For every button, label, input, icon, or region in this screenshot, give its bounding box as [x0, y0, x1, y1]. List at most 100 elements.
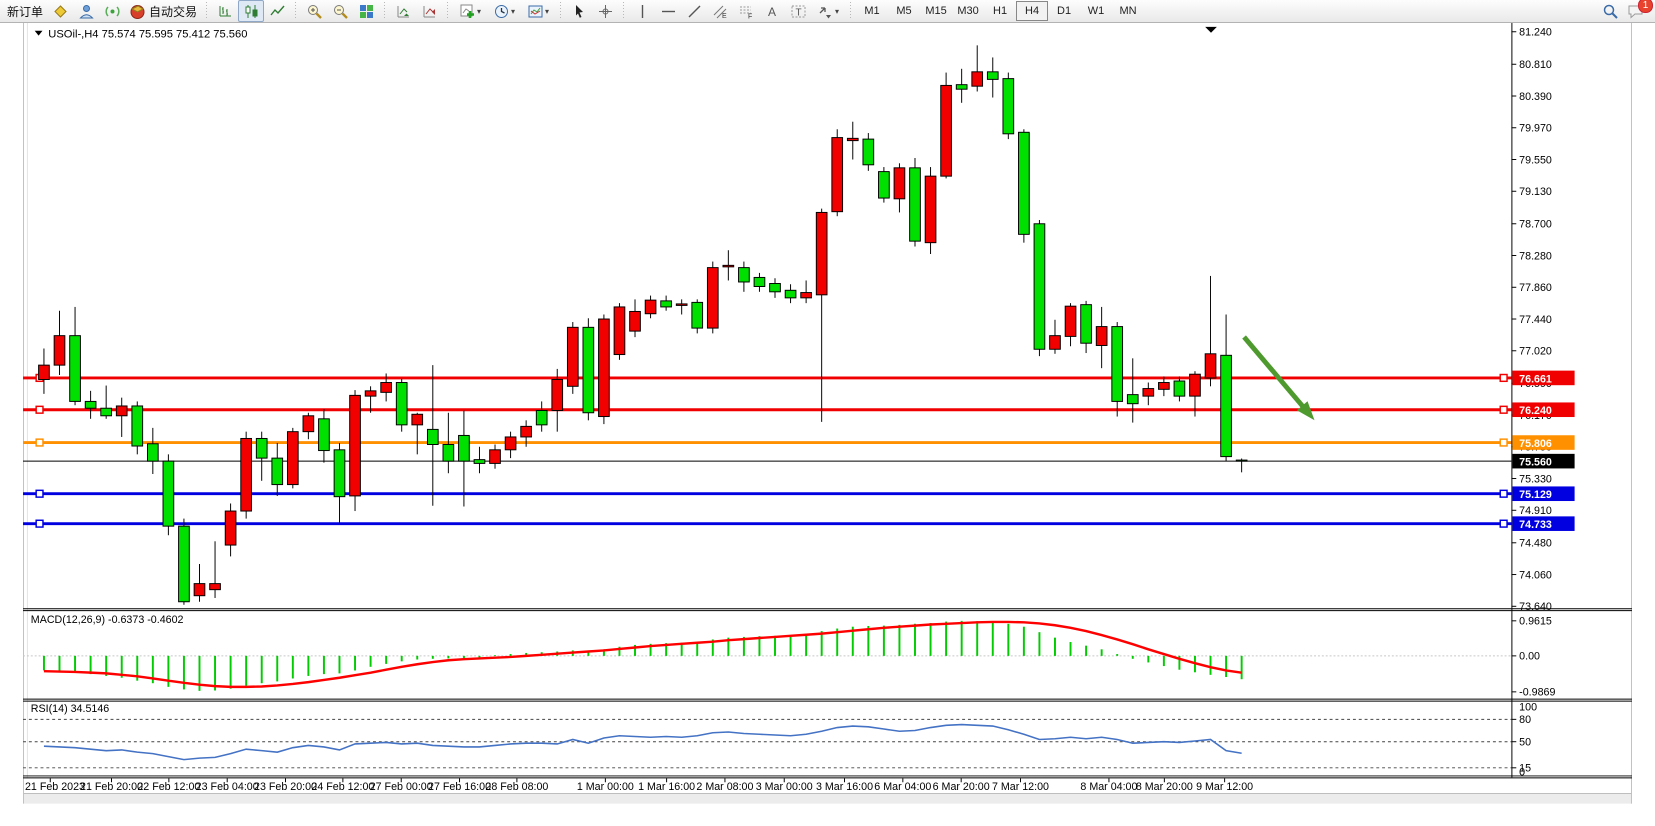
notification-badge: 1	[1638, 0, 1653, 13]
candle-body	[1065, 306, 1076, 336]
tf-m30[interactable]: M30	[952, 1, 984, 21]
y-axis-label: 77.020	[1519, 346, 1552, 358]
equidistant-channel-icon[interactable]: E	[707, 0, 733, 22]
cursor-icon[interactable]	[566, 0, 592, 22]
svg-text:F: F	[748, 13, 752, 20]
tf-m1[interactable]: M1	[856, 1, 888, 21]
search-icon[interactable]	[1597, 0, 1623, 22]
fibonacci-icon[interactable]: F	[733, 0, 759, 22]
crosshair-icon[interactable]	[592, 0, 618, 22]
price-line-handle[interactable]	[1500, 490, 1507, 497]
candle-body	[1205, 354, 1216, 378]
candlestick-icon[interactable]	[238, 0, 264, 22]
macd-axis-label: 0.9615	[1519, 616, 1552, 628]
new-chart-button[interactable]: ▾	[453, 0, 487, 22]
candle-body	[1221, 355, 1232, 456]
vertical-line-icon[interactable]	[629, 0, 655, 22]
tf-m5[interactable]: M5	[888, 1, 920, 21]
candle-body	[334, 450, 345, 497]
price-label-text: 75.129	[1519, 489, 1552, 501]
x-axis-label: 23 Feb 04:00	[196, 781, 259, 793]
candle-body	[1174, 381, 1185, 396]
candle-body	[1003, 79, 1014, 134]
candle-body	[676, 304, 687, 306]
price-line-handle[interactable]	[36, 439, 43, 446]
chart-title: USOil-,H4 75.574 75.595 75.412 75.560	[48, 29, 247, 41]
price-line-handle[interactable]	[1500, 439, 1507, 446]
candle-body	[816, 212, 827, 294]
rsi-axis-label: 50	[1519, 737, 1531, 749]
price-line-handle[interactable]	[36, 406, 43, 413]
candle-body	[474, 460, 485, 464]
candle-body	[692, 302, 703, 328]
chart-shift-icon[interactable]	[416, 0, 442, 22]
candle-body	[630, 311, 641, 331]
candle-body	[179, 526, 190, 602]
bar-chart-icon[interactable]	[212, 0, 238, 22]
candle-body	[287, 432, 298, 485]
tile-windows-icon[interactable]	[353, 0, 379, 22]
candle-body	[1143, 389, 1154, 397]
trendline-icon[interactable]	[681, 0, 707, 22]
line-chart-icon[interactable]	[264, 0, 290, 22]
candle-body	[101, 408, 112, 416]
price-label-text: 76.240	[1519, 405, 1552, 417]
candle-body	[987, 72, 998, 80]
horizontal-line-icon[interactable]	[655, 0, 681, 22]
y-axis-label: 77.440	[1519, 314, 1552, 326]
x-axis-label: 7 Mar 12:00	[992, 781, 1049, 793]
x-axis-label: 8 Mar 20:00	[1136, 781, 1193, 793]
price-line-handle[interactable]	[1500, 520, 1507, 527]
toolbar-separator	[293, 2, 298, 20]
arrows-tool-button[interactable]: ▾	[811, 0, 845, 22]
price-line-handle[interactable]	[36, 520, 43, 527]
order-icon[interactable]	[47, 0, 73, 22]
candle-body	[427, 429, 438, 444]
svg-text:A: A	[768, 5, 776, 19]
price-line-handle[interactable]	[1500, 375, 1507, 382]
text-label-icon[interactable]: T	[785, 0, 811, 22]
tf-w1[interactable]: W1	[1080, 1, 1112, 21]
candle-body	[614, 307, 625, 355]
templates-button[interactable]: ▾	[521, 0, 555, 22]
candle-body	[739, 268, 750, 282]
candle-body	[1190, 374, 1201, 396]
tf-mn[interactable]: MN	[1112, 1, 1144, 21]
periods-button[interactable]: ▾	[487, 0, 521, 22]
x-axis-label: 9 Mar 12:00	[1196, 781, 1253, 793]
chart-window: 81.24080.81080.39079.97079.55079.13078.7…	[0, 23, 1655, 826]
x-axis-label: 8 Mar 04:00	[1080, 781, 1137, 793]
text-icon[interactable]: A	[759, 0, 785, 22]
candle-body	[754, 277, 765, 286]
chat-icon[interactable]: 1	[1623, 0, 1649, 22]
zoom-out-icon[interactable]	[327, 0, 353, 22]
x-axis-label: 1 Mar 16:00	[638, 781, 695, 793]
candle-body	[1034, 224, 1045, 349]
price-line-handle[interactable]	[36, 490, 43, 497]
y-axis-label: 75.330	[1519, 473, 1552, 485]
x-axis-label: 1 Mar 00:00	[577, 781, 634, 793]
candle-body	[350, 395, 361, 496]
chevron-down-icon: ▾	[545, 7, 549, 16]
rsi-axis-label-max: 100	[1519, 701, 1537, 713]
candle-body	[70, 336, 81, 402]
tf-d1[interactable]: D1	[1048, 1, 1080, 21]
zoom-in-icon[interactable]	[301, 0, 327, 22]
y-axis-label: 80.810	[1519, 59, 1552, 71]
macd-axis-label: -0.9869	[1519, 687, 1555, 699]
candle-body	[910, 168, 921, 241]
price-label-text: 75.806	[1519, 438, 1552, 450]
tf-m15[interactable]: M15	[920, 1, 952, 21]
x-axis-label: 24 Feb 12:00	[311, 781, 374, 793]
tf-h1[interactable]: H1	[984, 1, 1016, 21]
candle-body	[272, 458, 283, 484]
auto-scroll-icon[interactable]	[390, 0, 416, 22]
price-line-handle[interactable]	[1500, 406, 1507, 413]
y-axis-label: 79.130	[1519, 186, 1552, 198]
toolbar-separator	[558, 2, 563, 20]
new-order-button[interactable]: 新订单	[3, 0, 47, 22]
autotrading-button[interactable]: 自动交易	[125, 0, 201, 22]
profile-icon[interactable]	[73, 0, 99, 22]
tf-h4[interactable]: H4	[1016, 1, 1048, 21]
signal-icon[interactable]	[99, 0, 125, 22]
